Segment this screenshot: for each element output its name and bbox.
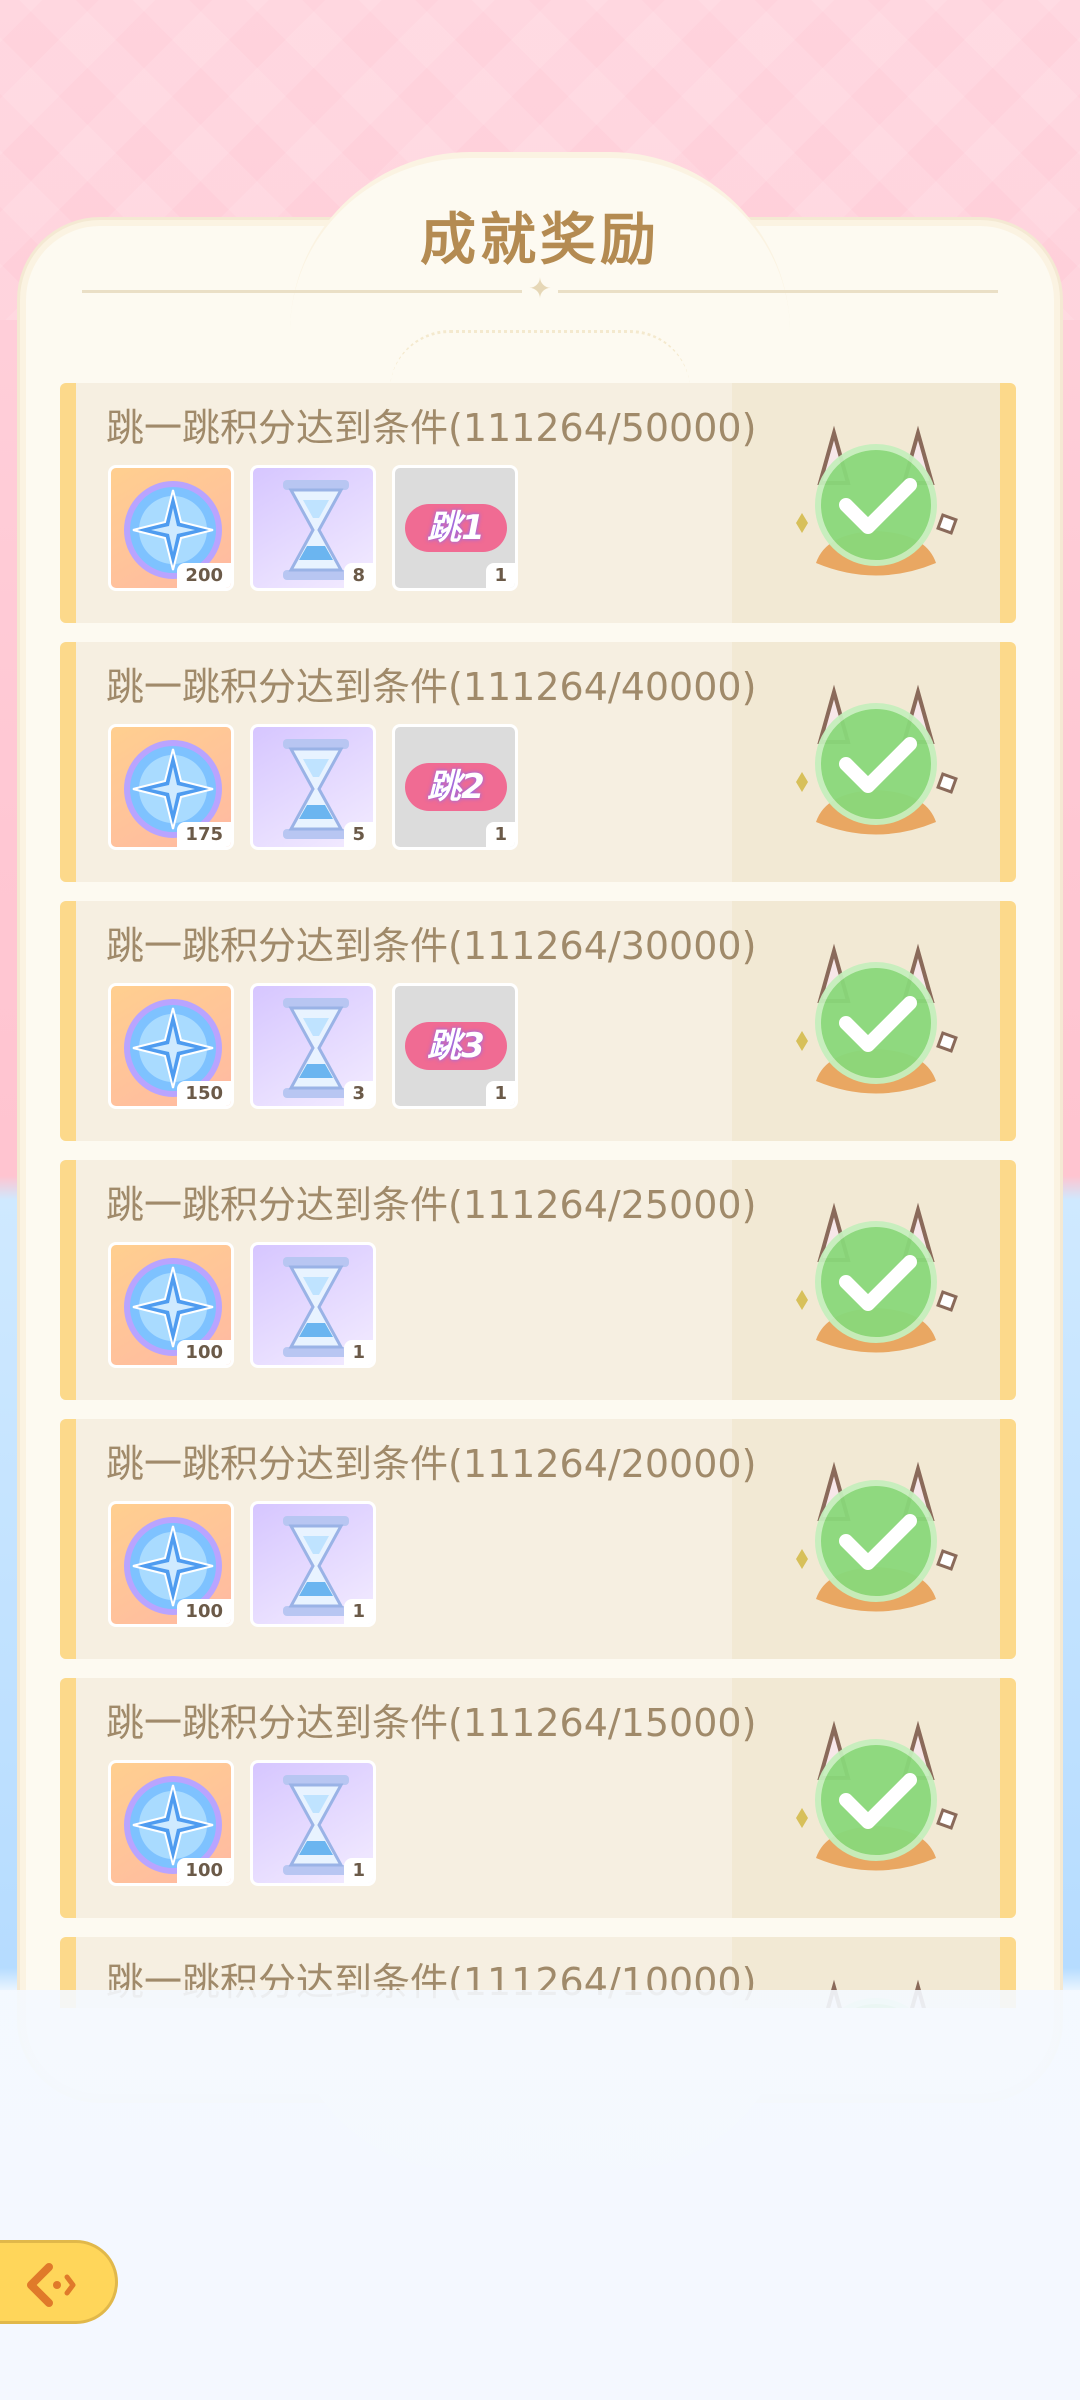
achievement-label: 跳一跳积分达到条件(111264/20000)	[106, 1442, 757, 1486]
reward-item[interactable]: 150	[108, 983, 234, 1109]
achievement-label: 跳一跳积分达到条件(111264/40000)	[106, 665, 757, 709]
reward-quantity: 1	[486, 822, 515, 847]
reward-list: 200 8 跳1 1	[108, 465, 518, 591]
reward-item[interactable]: 100	[108, 1501, 234, 1627]
claimed-check-icon	[796, 1720, 958, 1871]
reward-item[interactable]: 跳2 1	[392, 724, 518, 850]
reward-quantity: 100	[177, 1599, 231, 1624]
reward-item[interactable]: 175	[108, 724, 234, 850]
jump-tag-icon: 跳2	[405, 763, 507, 811]
page-title: 成就奖励	[420, 208, 660, 273]
achievement-label: 跳一跳积分达到条件(111264/50000)	[106, 406, 757, 450]
bottom-fade-overlay	[0, 1990, 1080, 2400]
reward-quantity: 5	[344, 822, 373, 847]
reward-quantity: 200	[177, 563, 231, 588]
reward-list: 100 1	[108, 1760, 376, 1886]
achievement-row: 跳一跳积分达到条件(111264/15000) 100 1	[60, 1678, 1016, 1918]
reward-item[interactable]: 200	[108, 465, 234, 591]
reward-item[interactable]: 3	[250, 983, 376, 1109]
decorative-arc	[390, 330, 690, 390]
achievement-row: 跳一跳积分达到条件(111264/20000) 100 1	[60, 1419, 1016, 1659]
claimed-check-icon	[796, 1461, 958, 1612]
reward-quantity: 1	[486, 1081, 515, 1106]
reward-item[interactable]: 100	[108, 1760, 234, 1886]
title-divider-left	[82, 290, 522, 293]
reward-item[interactable]: 5	[250, 724, 376, 850]
reward-list: 175 5 跳2 1	[108, 724, 518, 850]
reward-item[interactable]: 跳3 1	[392, 983, 518, 1109]
achievement-label: 跳一跳积分达到条件(111264/30000)	[106, 924, 757, 968]
achievement-row: 跳一跳积分达到条件(111264/30000) 150 3 跳3 1	[60, 901, 1016, 1141]
claimed-check-icon	[796, 943, 958, 1094]
claimed-check-icon	[796, 425, 958, 576]
reward-quantity: 100	[177, 1858, 231, 1883]
back-arrow-icon	[27, 2263, 76, 2307]
achievement-row: 跳一跳积分达到条件(111264/40000) 175 5 跳2 1	[60, 642, 1016, 882]
reward-list: 100 1	[108, 1242, 376, 1368]
reward-item[interactable]: 1	[250, 1760, 376, 1886]
reward-quantity: 1	[486, 563, 515, 588]
jump-tag-icon: 跳1	[405, 504, 507, 552]
back-button[interactable]	[0, 2240, 118, 2324]
achievement-label: 跳一跳积分达到条件(111264/15000)	[106, 1701, 757, 1745]
reward-item[interactable]: 1	[250, 1501, 376, 1627]
reward-quantity: 1	[344, 1858, 373, 1883]
claimed-check-icon	[796, 1202, 958, 1353]
reward-quantity: 150	[177, 1081, 231, 1106]
sparkle-icon: ✦	[528, 272, 552, 305]
reward-quantity: 100	[177, 1340, 231, 1365]
reward-quantity: 3	[344, 1081, 373, 1106]
jump-tag-icon: 跳3	[405, 1022, 507, 1070]
reward-item[interactable]: 跳1 1	[392, 465, 518, 591]
achievement-label: 跳一跳积分达到条件(111264/25000)	[106, 1183, 757, 1227]
achievement-row: 跳一跳积分达到条件(111264/25000) 100 1	[60, 1160, 1016, 1400]
reward-item[interactable]: 8	[250, 465, 376, 591]
reward-quantity: 1	[344, 1340, 373, 1365]
claimed-check-icon	[796, 684, 958, 835]
achievement-row: 跳一跳积分达到条件(111264/50000) 200 8 跳1 1	[60, 383, 1016, 623]
title-divider-right	[558, 290, 998, 293]
reward-quantity: 1	[344, 1599, 373, 1624]
achievement-list[interactable]: 跳一跳积分达到条件(111264/50000) 200 8 跳1 1 跳一跳积分…	[60, 383, 1020, 2008]
reward-list: 100 1	[108, 1501, 376, 1627]
reward-item[interactable]: 100	[108, 1242, 234, 1368]
reward-quantity: 8	[344, 563, 373, 588]
reward-list: 150 3 跳3 1	[108, 983, 518, 1109]
reward-quantity: 175	[177, 822, 231, 847]
reward-item[interactable]: 1	[250, 1242, 376, 1368]
